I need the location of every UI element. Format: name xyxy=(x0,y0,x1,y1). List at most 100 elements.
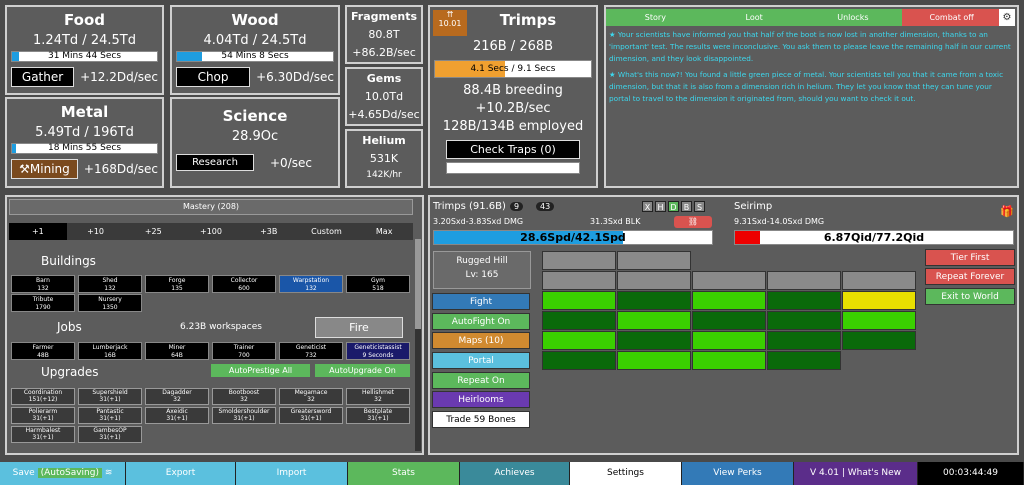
job-tile[interactable]: Farmer 48B xyxy=(11,342,75,360)
achieves-button[interactable]: Achieves xyxy=(460,462,570,485)
building-tile[interactable]: Gym 518 xyxy=(346,275,410,293)
upgrade-tile[interactable]: Axeidic 31(+1) xyxy=(145,407,209,424)
building-tile[interactable]: Nursery 1350 xyxy=(78,294,142,312)
fight-button[interactable]: Fight xyxy=(432,293,530,310)
tier-first-button[interactable]: Tier First xyxy=(925,249,1015,266)
map-cell[interactable] xyxy=(767,331,841,350)
map-cell[interactable] xyxy=(617,311,691,330)
map-cell[interactable] xyxy=(542,331,616,350)
job-tile[interactable]: Lumberjack 16B xyxy=(78,342,142,360)
upgrade-tile[interactable]: Dagadder 32 xyxy=(145,388,209,405)
gear-icon[interactable]: ⚙ xyxy=(999,9,1015,26)
upgrade-tile[interactable]: Hellishmet 32 xyxy=(346,388,410,405)
gather-button[interactable]: Gather xyxy=(11,67,75,87)
buy-amount-tab[interactable]: +100 xyxy=(182,223,240,240)
map-cell[interactable] xyxy=(842,291,916,310)
gift-icon[interactable]: 🎁 xyxy=(1000,205,1014,218)
chop-button[interactable]: Chop xyxy=(176,67,251,87)
map-cell[interactable] xyxy=(842,331,916,350)
upgrade-tile[interactable]: Supershield 31(+1) xyxy=(78,388,142,405)
map-cell[interactable] xyxy=(767,291,841,310)
map-cell[interactable] xyxy=(542,291,616,310)
building-tile[interactable]: Collector 600 xyxy=(212,275,276,293)
buy-amount-tab[interactable]: Custom xyxy=(298,223,356,240)
mining-button[interactable]: ⚒Mining xyxy=(11,159,78,179)
save-button[interactable]: Save (AutoSaving) ≋ xyxy=(0,462,126,485)
log-tab-combat[interactable]: Combat off xyxy=(902,9,1001,26)
building-tile[interactable]: Barn 132 xyxy=(11,275,75,293)
map-cell[interactable] xyxy=(767,311,841,330)
heirlooms-button[interactable]: Heirlooms xyxy=(432,391,530,408)
settings-button[interactable]: Settings xyxy=(570,462,682,485)
buy-amount-tab[interactable]: +10 xyxy=(67,223,125,240)
formation-x-button[interactable]: X xyxy=(642,201,653,212)
check-traps-button[interactable]: Check Traps (0) xyxy=(446,140,580,159)
research-button[interactable]: Research xyxy=(176,154,254,171)
job-tile[interactable]: Trainer 700 xyxy=(212,342,276,360)
map-cell[interactable] xyxy=(692,351,766,370)
map-cell[interactable] xyxy=(617,291,691,310)
map-cell[interactable] xyxy=(842,271,916,290)
building-tile[interactable]: Warpstation 132 xyxy=(279,275,343,293)
upgrade-tile[interactable]: Greatersword 31(+1) xyxy=(279,407,343,424)
autoupgrade-button[interactable]: AutoUpgrade On xyxy=(315,364,410,377)
map-cell[interactable] xyxy=(767,271,841,290)
buy-amount-tab[interactable]: Max xyxy=(355,223,413,240)
job-tile[interactable]: Geneticist 732 xyxy=(279,342,343,360)
fire-button[interactable]: Fire xyxy=(315,317,403,338)
log-tab-story[interactable]: Story xyxy=(606,9,705,26)
exit-world-button[interactable]: Exit to World xyxy=(925,288,1015,305)
map-cell[interactable] xyxy=(542,271,616,290)
upgrade-tile[interactable]: Pantastic 31(+1) xyxy=(78,407,142,424)
log-tab-loot[interactable]: Loot xyxy=(704,9,804,26)
map-cell[interactable] xyxy=(842,311,916,330)
formation-h-button[interactable]: H xyxy=(655,201,666,212)
map-cell[interactable] xyxy=(617,331,691,350)
mastery-button[interactable]: Mastery (208) xyxy=(9,199,413,215)
map-cell[interactable] xyxy=(617,271,691,290)
stats-button[interactable]: Stats xyxy=(348,462,460,485)
upgrade-tile[interactable]: GambesOP 31(+1) xyxy=(78,426,142,443)
autofight-button[interactable]: AutoFight On xyxy=(432,313,530,330)
log-tab-unlocks[interactable]: Unlocks xyxy=(803,9,903,26)
map-cell[interactable] xyxy=(692,331,766,350)
map-cell[interactable] xyxy=(542,251,616,270)
upgrade-tile[interactable]: Smoldershoulder 31(+1) xyxy=(212,407,276,424)
building-tile[interactable]: Shed 132 xyxy=(78,275,142,293)
map-cell[interactable] xyxy=(542,311,616,330)
building-tile[interactable]: Tribute 1790 xyxy=(11,294,75,312)
job-tile[interactable]: Geneticistassist 9 Seconds xyxy=(346,342,410,360)
formation-b-button[interactable]: B xyxy=(681,201,692,212)
export-button[interactable]: Export xyxy=(126,462,236,485)
map-cell[interactable] xyxy=(767,351,841,370)
maps-button[interactable]: Maps (10) xyxy=(432,332,530,349)
scrollbar[interactable] xyxy=(415,239,421,451)
map-cell[interactable] xyxy=(692,271,766,290)
link-icon[interactable]: ⛓ xyxy=(674,216,712,228)
portal-button[interactable]: Portal xyxy=(432,352,530,369)
buy-amount-tab[interactable]: +1 xyxy=(9,223,67,240)
buy-amount-tab[interactable]: +25 xyxy=(124,223,182,240)
upgrade-tile[interactable]: Bootboost 32 xyxy=(212,388,276,405)
upgrade-tile[interactable]: Polierarm 31(+1) xyxy=(11,407,75,424)
autosave-badge[interactable]: (AutoSaving) xyxy=(37,468,102,478)
trade-bones-button[interactable]: Trade 59 Bones xyxy=(432,411,530,428)
upgrade-tile[interactable]: Bestplate 31(+1) xyxy=(346,407,410,424)
upgrade-tile[interactable]: Megamace 32 xyxy=(279,388,343,405)
upgrade-tile[interactable]: Harmbalest 31(+1) xyxy=(11,426,75,443)
import-button[interactable]: Import xyxy=(236,462,348,485)
map-cell[interactable] xyxy=(692,291,766,310)
buy-amount-tab[interactable]: +3B xyxy=(240,223,298,240)
scrollbar-thumb[interactable] xyxy=(415,239,421,329)
job-tile[interactable]: Miner 64B xyxy=(145,342,209,360)
repeat-forever-button[interactable]: Repeat Forever xyxy=(925,268,1015,285)
map-cell[interactable] xyxy=(692,311,766,330)
formation-d-button[interactable]: D xyxy=(668,201,679,212)
autoprestige-button[interactable]: AutoPrestige All xyxy=(211,364,310,377)
whats-new-button[interactable]: V 4.01 | What's New xyxy=(794,462,918,485)
building-tile[interactable]: Forge 135 xyxy=(145,275,209,293)
map-cell[interactable] xyxy=(542,351,616,370)
upgrade-tile[interactable]: Coordination 151(+12) xyxy=(11,388,75,405)
map-cell[interactable] xyxy=(617,251,691,270)
formation-s-button[interactable]: S xyxy=(694,201,705,212)
